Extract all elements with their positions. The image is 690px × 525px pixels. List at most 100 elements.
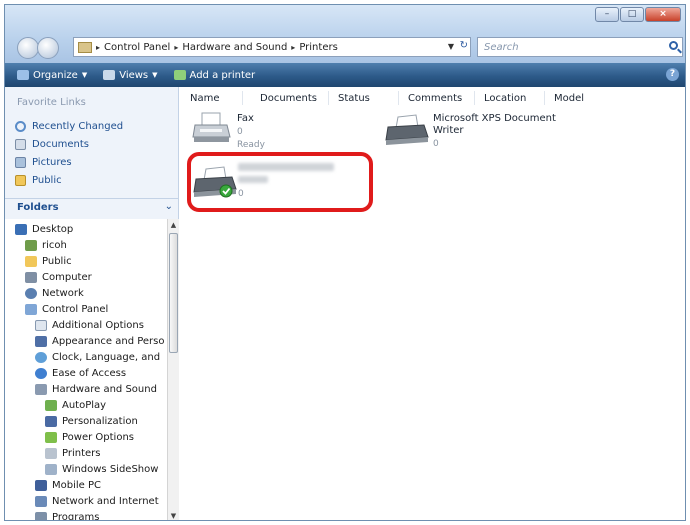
breadcrumb-separator-icon[interactable]: ▸ [174,43,178,52]
column-divider[interactable] [328,91,329,105]
printer-name-line1: Microsoft XPS Document [433,113,556,124]
column-header-comments[interactable]: Comments [408,93,462,104]
tree-item-power-options[interactable]: Power Options [45,429,134,445]
tree-item-printers[interactable]: Printers [45,445,100,461]
favorite-public[interactable]: Public [15,171,123,189]
printer-documents: 0 [237,127,243,137]
column-header-name[interactable]: Name [190,93,220,104]
tree-item-network-and-internet[interactable]: Network and Internet [35,493,159,509]
tree-label: Additional Options [52,319,144,331]
clock-icon [35,351,47,363]
column-divider[interactable] [242,91,243,105]
navigation-pane: Favorite Links Recently Changed Document… [5,87,179,520]
computer-icon [25,271,37,283]
search-input[interactable]: Search [477,37,683,57]
folder-icon [25,255,37,267]
printer-name: Fax [237,113,254,124]
back-button[interactable] [17,37,39,59]
options-icon [35,319,47,331]
breadcrumb-printers[interactable]: Printers [299,42,337,53]
favorite-label: Public [32,174,62,186]
documents-icon [15,138,26,150]
printer-icon [385,114,429,145]
tree-item-programs[interactable]: Programs [35,509,99,520]
tree-item-personalization[interactable]: Personalization [45,413,138,429]
scroll-down-icon[interactable]: ▼ [168,510,179,520]
tree-scrollbar[interactable]: ▲ ▼ [167,219,179,520]
refresh-icon[interactable]: ↻ [460,40,468,51]
fax-icon [192,112,231,142]
tree-label: Clock, Language, and [52,351,161,363]
views-label: Views [119,69,149,81]
tree-item-clock-language[interactable]: Clock, Language, and [35,349,160,365]
breadcrumb-separator-icon[interactable]: ▸ [96,43,100,52]
tree-item-appearance[interactable]: Appearance and Perso [35,333,164,349]
mobile-pc-icon [35,479,47,491]
address-bar[interactable]: ▸ Control Panel ▸ Hardware and Sound ▸ P… [73,37,471,57]
search-icon[interactable] [669,41,678,50]
favorite-label: Recently Changed [32,120,124,132]
column-header-status[interactable]: Status [338,93,370,104]
favorite-recently-changed[interactable]: Recently Changed [15,117,123,135]
column-divider[interactable] [398,91,399,105]
maximize-button[interactable]: □ [620,7,644,22]
scroll-up-icon[interactable]: ▲ [168,219,179,231]
organize-button[interactable]: Organize ▼ [13,65,91,85]
favorite-label: Documents [32,138,90,150]
favorite-documents[interactable]: Documents [15,135,123,153]
views-button[interactable]: Views ▼ [99,65,161,85]
tree-item-additional-options[interactable]: Additional Options [35,317,144,333]
close-button[interactable]: × [645,7,681,22]
printer-documents: 0 [433,139,439,149]
scrollbar-thumb[interactable] [169,233,178,353]
folder-icon [15,174,26,186]
chevron-down-icon: ▼ [81,71,88,79]
breadcrumb-separator-icon[interactable]: ▸ [291,43,295,52]
printer-status: Ready [237,140,265,150]
column-divider[interactable] [474,91,475,105]
tree-label: AutoPlay [62,399,107,411]
tree-label: Mobile PC [52,479,101,491]
column-header-model[interactable]: Model [554,93,584,104]
chevron-down-icon[interactable]: ⌄ [165,201,173,212]
favorite-pictures[interactable]: Pictures [15,153,123,171]
forward-button[interactable] [37,37,59,59]
column-header-location[interactable]: Location [484,93,526,104]
folders-header[interactable]: Folders ⌄ [5,198,179,216]
tree-label: Hardware and Sound [52,383,157,395]
column-header-documents[interactable]: Documents [260,93,317,104]
tree-label: ricoh [42,239,67,251]
tree-item-windows-sideshow[interactable]: Windows SideShow [45,461,158,477]
tree-item-autoplay[interactable]: AutoPlay [45,397,106,413]
desktop-icon [15,223,27,235]
tree-item-ease-of-access[interactable]: Ease of Access [35,365,126,381]
recent-icon [15,120,26,132]
tree-item-network[interactable]: Network [25,285,84,301]
tree-label: Personalization [62,415,138,427]
tree-label: Desktop [32,223,74,235]
favorite-links-heading: Favorite Links [17,97,86,108]
add-printer-icon [173,70,186,80]
tree-item-hardware-and-sound[interactable]: Hardware and Sound [35,381,157,397]
programs-icon [35,511,47,520]
add-printer-button[interactable]: Add a printer [170,65,260,85]
tree-label: Control Panel [42,303,109,315]
tree-label: Power Options [62,431,134,443]
help-icon[interactable]: ? [666,68,679,81]
column-divider[interactable] [544,91,545,105]
tree-item-public[interactable]: Public [25,253,72,269]
tree-item-control-panel[interactable]: Control Panel [25,301,108,317]
tree-item-desktop[interactable]: Desktop [15,221,73,237]
breadcrumb-hardware-and-sound[interactable]: Hardware and Sound [182,42,287,53]
tree-item-computer[interactable]: Computer [25,269,92,285]
chevron-down-icon[interactable]: ▼ [448,42,454,51]
sideshow-icon [45,463,57,475]
ease-of-access-icon [35,367,47,379]
minimize-button[interactable]: – [595,7,619,22]
breadcrumb-control-panel[interactable]: Control Panel [104,42,170,53]
tree-item-mobile-pc[interactable]: Mobile PC [35,477,101,493]
network-internet-icon [35,495,47,507]
tree-item-ricoh[interactable]: ricoh [25,237,67,253]
views-icon [103,70,116,80]
power-icon [45,431,57,443]
